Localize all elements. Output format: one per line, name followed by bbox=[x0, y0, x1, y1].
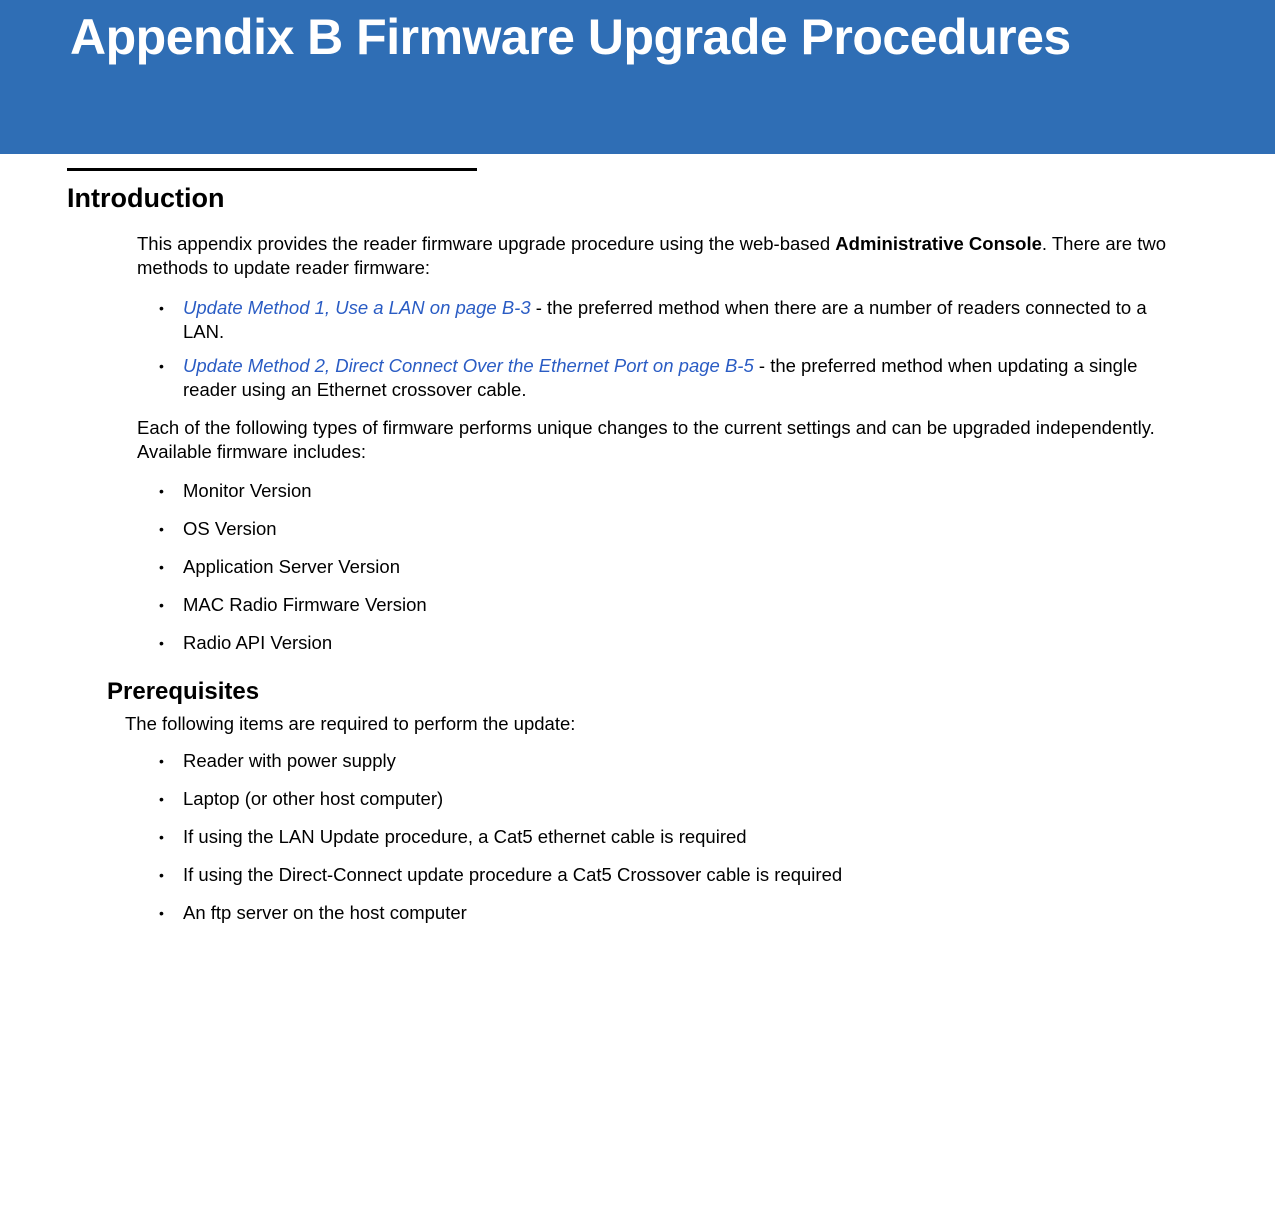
administrative-console-bold: Administrative Console bbox=[835, 233, 1042, 254]
method-2-link[interactable]: Update Method 2, Direct Connect Over the… bbox=[183, 355, 754, 376]
page-content: Introduction This appendix provides the … bbox=[0, 154, 1275, 924]
prerequisites-heading: Prerequisites bbox=[107, 678, 1208, 706]
header-banner: Appendix B Firmware Upgrade Procedures bbox=[0, 0, 1275, 154]
prereq-reader-power: Reader with power supply bbox=[173, 750, 1208, 772]
firmware-intro-paragraph: Each of the following types of firmware … bbox=[137, 416, 1178, 464]
firmware-types-list: Monitor Version OS Version Application S… bbox=[173, 480, 1208, 654]
method-2-item: Update Method 2, Direct Connect Over the… bbox=[173, 354, 1158, 402]
prereq-laptop: Laptop (or other host computer) bbox=[173, 788, 1208, 810]
prerequisites-list: Reader with power supply Laptop (or othe… bbox=[173, 750, 1208, 924]
method-1-link[interactable]: Update Method 1, Use a LAN on page B-3 bbox=[183, 297, 531, 318]
firmware-os-version: OS Version bbox=[173, 518, 1208, 540]
section-divider bbox=[67, 168, 477, 171]
intro-text-part-1: This appendix provides the reader firmwa… bbox=[137, 233, 835, 254]
method-1-item: Update Method 1, Use a LAN on page B-3 -… bbox=[173, 296, 1158, 344]
firmware-mac-radio-version: MAC Radio Firmware Version bbox=[173, 594, 1208, 616]
prereq-lan-cable: If using the LAN Update procedure, a Cat… bbox=[173, 826, 1208, 848]
firmware-app-server-version: Application Server Version bbox=[173, 556, 1208, 578]
appendix-title: Appendix B Firmware Upgrade Procedures bbox=[70, 8, 1071, 66]
prerequisites-intro-paragraph: The following items are required to perf… bbox=[125, 712, 1178, 736]
prereq-crossover-cable: If using the Direct-Connect update proce… bbox=[173, 864, 1208, 886]
firmware-monitor-version: Monitor Version bbox=[173, 480, 1208, 502]
firmware-radio-api-version: Radio API Version bbox=[173, 632, 1208, 654]
introduction-paragraph: This appendix provides the reader firmwa… bbox=[137, 232, 1178, 280]
prereq-ftp-server: An ftp server on the host computer bbox=[173, 902, 1208, 924]
introduction-heading: Introduction bbox=[67, 183, 1208, 214]
update-methods-list: Update Method 1, Use a LAN on page B-3 -… bbox=[173, 296, 1158, 402]
